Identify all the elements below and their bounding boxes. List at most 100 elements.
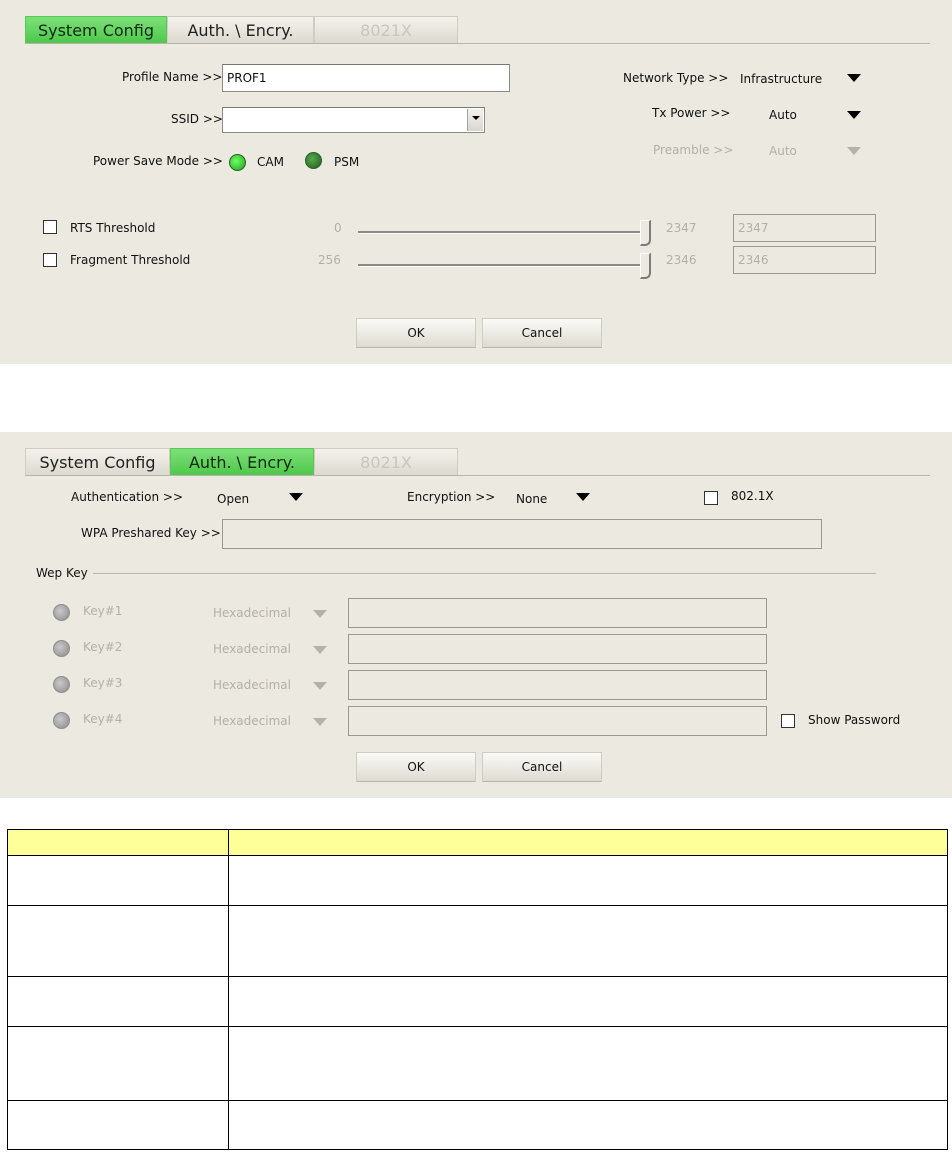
fragment-threshold-label: Fragment Threshold [70, 253, 191, 267]
ok-button[interactable]: OK [356, 752, 476, 782]
profile-name-label: Profile Name >> [122, 70, 223, 84]
rts-slider-track[interactable] [358, 231, 644, 234]
table-header-cell [228, 829, 948, 856]
encryption-value[interactable]: None [516, 492, 547, 506]
tab-divider [25, 475, 930, 476]
fragment-max-label: 2346 [666, 253, 697, 267]
table-header-row [7, 829, 948, 856]
ssid-label: SSID >> [171, 112, 223, 126]
key3-format: Hexadecimal [213, 678, 291, 692]
tab-auth-encry[interactable]: Auth. \ Encry. [167, 16, 314, 43]
encryption-dropdown-icon[interactable] [576, 493, 590, 501]
tx-power-value[interactable]: Auto [769, 108, 797, 122]
authentication-value[interactable]: Open [217, 492, 249, 506]
key1-input [348, 598, 767, 628]
tab-system-config[interactable]: System Config [25, 448, 170, 475]
authentication-label: Authentication >> [71, 490, 184, 504]
wpa-preshared-key-label: WPA Preshared Key >> [81, 526, 221, 540]
key2-format-dropdown-icon [313, 646, 327, 654]
ssid-dropdown-button[interactable] [467, 109, 483, 131]
wpa-preshared-key-input[interactable] [222, 519, 822, 549]
encryption-label: Encryption >> [407, 490, 496, 504]
table-cell [7, 905, 229, 977]
cam-radio[interactable] [229, 154, 246, 171]
rts-min-label: 0 [334, 221, 342, 235]
network-type-value[interactable]: Infrastructure [740, 72, 822, 86]
key1-label: Key#1 [83, 604, 123, 618]
table-cell [228, 905, 948, 977]
tab-8021x[interactable]: 8021X [314, 16, 458, 43]
power-save-label: Power Save Mode >> [93, 154, 223, 168]
key2-radio [53, 640, 70, 657]
table-cell [7, 976, 229, 1027]
key1-format: Hexadecimal [213, 606, 291, 620]
cancel-button[interactable]: Cancel [482, 752, 602, 782]
key4-input [348, 706, 767, 736]
key2-format: Hexadecimal [213, 642, 291, 656]
table-row [7, 1100, 948, 1150]
table-row [7, 1026, 948, 1101]
key2-input [348, 634, 767, 664]
tab-system-config[interactable]: System Config [25, 16, 167, 43]
network-type-dropdown-icon[interactable] [847, 74, 861, 82]
cancel-button[interactable]: Cancel [482, 318, 602, 348]
fragment-slider-thumb[interactable] [640, 253, 651, 279]
key1-format-dropdown-icon [313, 610, 327, 618]
key4-format: Hexadecimal [213, 714, 291, 728]
cam-label: CAM [257, 155, 284, 169]
dot1x-label: 802.1X [731, 489, 774, 503]
settings-description-table [7, 829, 948, 1150]
tab-auth-encry[interactable]: Auth. \ Encry. [170, 448, 314, 475]
psm-label: PSM [334, 155, 360, 169]
ssid-combo[interactable] [222, 107, 485, 133]
table-row [7, 976, 948, 1027]
table-cell [228, 1026, 948, 1101]
key4-radio [53, 712, 70, 729]
tx-power-dropdown-icon[interactable] [847, 111, 861, 119]
table-cell [7, 855, 229, 906]
auth-encry-panel: System Config Auth. \ Encry. 8021X Authe… [0, 432, 952, 798]
key3-input [348, 670, 767, 700]
key3-radio [53, 676, 70, 693]
psm-radio[interactable] [305, 152, 322, 169]
key4-label: Key#4 [83, 712, 123, 726]
key3-format-dropdown-icon [313, 682, 327, 690]
fragment-threshold-checkbox[interactable] [43, 253, 57, 267]
table-cell [228, 976, 948, 1027]
table-row [7, 855, 948, 906]
fragment-min-label: 256 [318, 253, 341, 267]
network-type-label: Network Type >> [623, 71, 729, 85]
table-cell [228, 1100, 948, 1150]
table-cell [7, 1100, 229, 1150]
rts-threshold-checkbox[interactable] [43, 220, 57, 234]
tab-8021x[interactable]: 8021X [314, 448, 458, 475]
show-password-checkbox[interactable] [781, 714, 795, 728]
table-cell [7, 1026, 229, 1101]
fragment-value-field [733, 246, 876, 274]
table-cell [228, 855, 948, 906]
key4-format-dropdown-icon [313, 718, 327, 726]
key3-label: Key#3 [83, 676, 123, 690]
profile-name-input[interactable] [222, 64, 510, 92]
wep-key-section-label: Wep Key [36, 566, 88, 580]
show-password-label: Show Password [808, 713, 901, 727]
table-header-cell [7, 829, 229, 856]
authentication-dropdown-icon[interactable] [289, 493, 303, 501]
tab-divider [25, 43, 930, 44]
key1-radio [53, 604, 70, 621]
fragment-slider-track[interactable] [358, 264, 644, 267]
rts-threshold-label: RTS Threshold [70, 221, 156, 235]
wep-key-divider [93, 573, 876, 574]
rts-value-field [733, 214, 876, 242]
rts-slider-thumb[interactable] [640, 220, 651, 246]
preamble-label: Preamble >> [653, 143, 734, 157]
preamble-dropdown-icon [847, 147, 861, 155]
dot1x-checkbox[interactable] [704, 491, 718, 505]
ok-button[interactable]: OK [356, 318, 476, 348]
preamble-value: Auto [769, 144, 797, 158]
key2-label: Key#2 [83, 640, 123, 654]
table-row [7, 905, 948, 977]
rts-max-label: 2347 [666, 221, 697, 235]
tx-power-label: Tx Power >> [652, 106, 731, 120]
system-config-panel: System Config Auth. \ Encry. 8021X Profi… [0, 0, 952, 364]
